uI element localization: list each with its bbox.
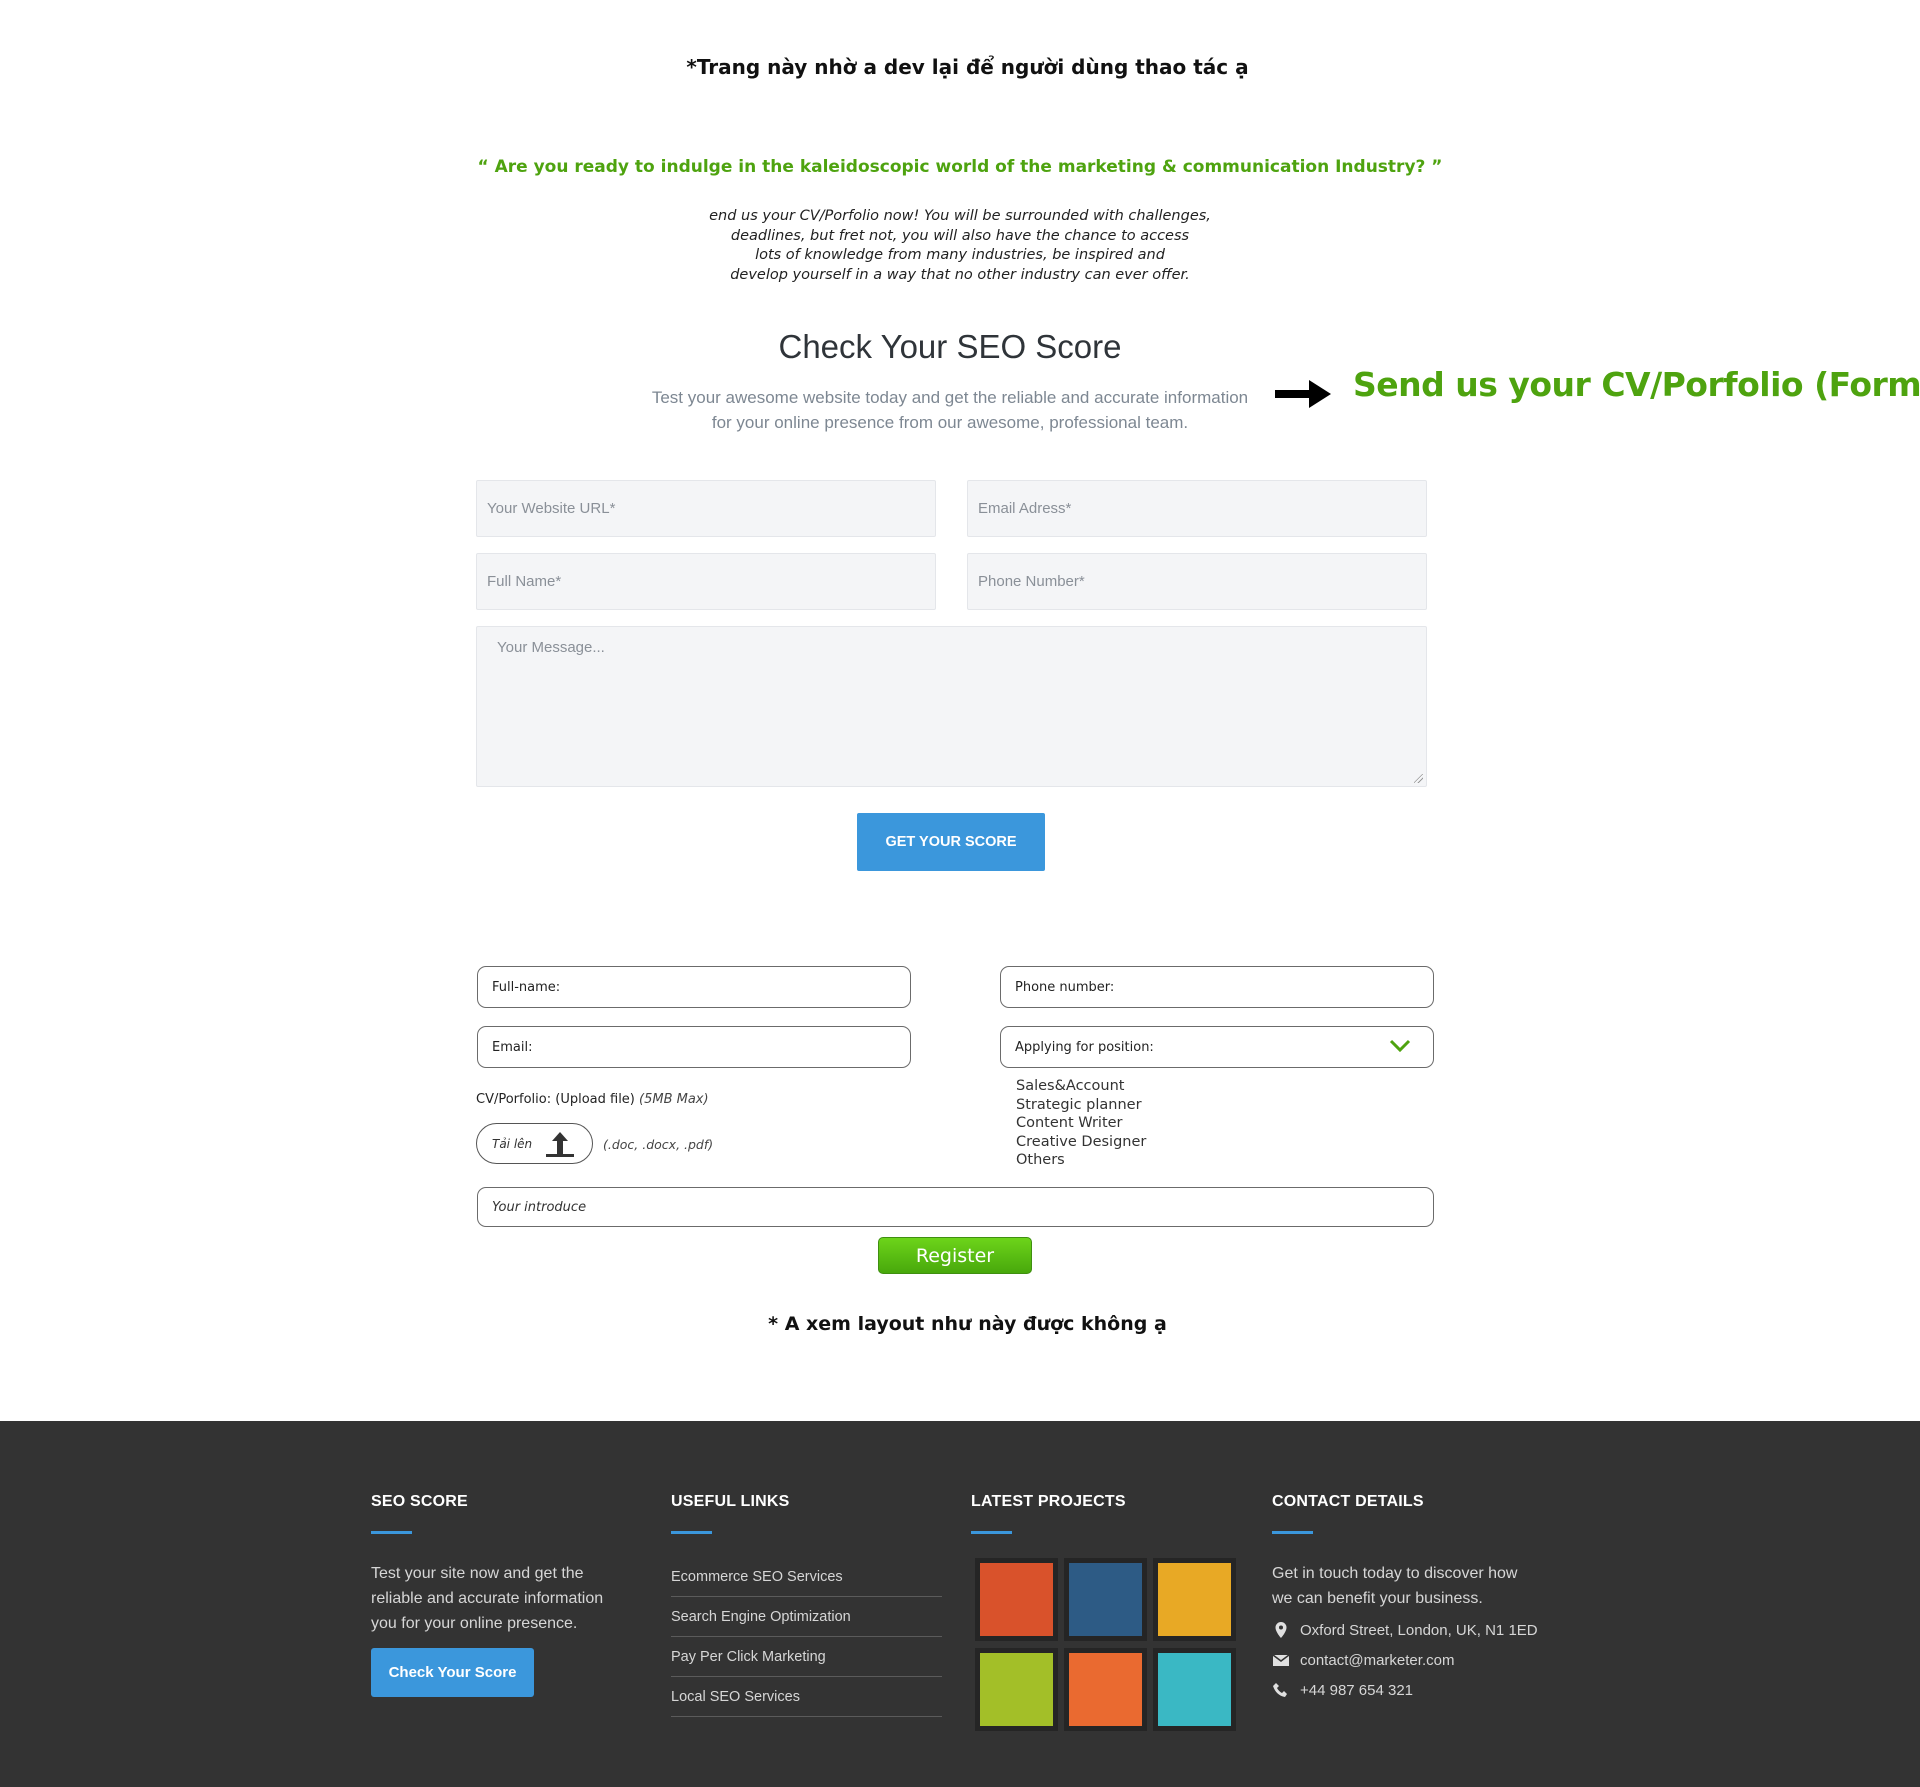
footer-text: Get in touch today to discover how	[1272, 1565, 1518, 1582]
project-image	[1069, 1563, 1142, 1636]
seo-title: Check Your SEO Score	[778, 328, 1122, 365]
envelope-icon	[1272, 1654, 1290, 1666]
contact-address: Oxford Street, London, UK, N1 1ED	[1272, 1621, 1538, 1639]
position-option[interactable]: Sales&Account	[1016, 1077, 1146, 1096]
footer-text: you for your online presence.	[371, 1615, 578, 1632]
footer-text: reliable and accurate information	[371, 1590, 604, 1607]
location-pin-icon	[1275, 1622, 1287, 1638]
footer-heading: USEFUL LINKS	[671, 1493, 790, 1510]
developer-note: *Trang này nhờ a dev lại để người dùng t…	[686, 55, 1249, 79]
website-url-input[interactable]: Your Website URL*	[476, 480, 936, 537]
footer: SEO SCORE Test your site now and get the…	[0, 1421, 1920, 1787]
heading-underline	[1272, 1531, 1313, 1534]
project-image	[980, 1563, 1053, 1636]
footer-heading: CONTACT DETAILS	[1272, 1493, 1424, 1510]
subtitle-line: Test your awesome website today and get …	[651, 388, 1249, 407]
footer-text: we can benefit your business.	[1272, 1590, 1483, 1607]
project-image	[980, 1653, 1053, 1726]
position-option[interactable]: Content Writer	[1016, 1114, 1146, 1133]
upload-button[interactable]: Tải lên	[476, 1123, 593, 1164]
cv-label-text: CV/Porfolio: (Upload file)	[476, 1092, 635, 1107]
contact-phone[interactable]: +44 987 654 321	[1272, 1681, 1413, 1699]
heading-underline	[371, 1531, 412, 1534]
cv-phone-field[interactable]: Phone number:	[1000, 966, 1434, 1008]
annotation-label: Send us your CV/Porfolio (Form)	[1353, 365, 1920, 404]
email-input[interactable]: Email Adress*	[967, 480, 1427, 537]
contact-address-text: Oxford Street, London, UK, N1 1ED	[1300, 1621, 1538, 1639]
project-image	[1158, 1653, 1231, 1726]
message-placeholder: Your Message...	[497, 639, 605, 656]
project-thumbnail[interactable]	[1153, 1648, 1236, 1731]
layout-note: * A xem layout như này được không ạ	[768, 1313, 1167, 1335]
position-option[interactable]: Others	[1016, 1151, 1146, 1170]
footer-text: Test your site now and get the	[371, 1565, 584, 1582]
intro-line: deadlines, but fret not, you will also h…	[730, 227, 1190, 244]
cv-email-field[interactable]: Email:	[477, 1026, 911, 1068]
subtitle-line: for your online presence from our awesom…	[711, 413, 1189, 432]
file-formats: (.doc, .docx, .pdf)	[603, 1137, 714, 1152]
seo-subtitle: Test your awesome website today and get …	[600, 385, 1300, 435]
introduce-field[interactable]: Your introduce	[477, 1187, 1434, 1227]
get-score-button[interactable]: GET YOUR SCORE	[857, 813, 1045, 871]
position-option[interactable]: Strategic planner	[1016, 1096, 1146, 1115]
cv-upload-label: CV/Porfolio: (Upload file) (5MB Max)	[476, 1092, 709, 1107]
footer-link[interactable]: Local SEO Services	[671, 1677, 942, 1717]
phone-icon	[1273, 1683, 1287, 1697]
message-textarea[interactable]: Your Message...	[476, 626, 1427, 787]
hero-quote: “ Are you ready to indulge in the kaleid…	[477, 157, 1443, 177]
heading-underline	[971, 1531, 1012, 1534]
project-thumbnail[interactable]	[1153, 1558, 1236, 1641]
project-image	[1069, 1653, 1142, 1726]
arrow-right-icon	[1275, 380, 1331, 408]
check-score-button[interactable]: Check Your Score	[371, 1648, 534, 1697]
upload-label: Tải lên	[492, 1136, 533, 1151]
heading-underline	[671, 1531, 712, 1534]
project-thumbnail[interactable]	[975, 1558, 1058, 1641]
contact-phone-text: +44 987 654 321	[1300, 1681, 1414, 1699]
footer-heading: SEO SCORE	[371, 1493, 468, 1510]
register-button[interactable]: Register	[878, 1237, 1032, 1274]
chevron-down-icon	[1389, 1039, 1411, 1053]
intro-line: lots of knowledge from many industries, …	[755, 247, 1165, 263]
contact-email-text: contact@marketer.com	[1300, 1651, 1455, 1669]
cv-full-name-field[interactable]: Full-name:	[477, 966, 911, 1008]
footer-link[interactable]: Search Engine Optimization	[671, 1597, 942, 1637]
upload-icon	[546, 1132, 574, 1157]
footer-heading: LATEST PROJECTS	[971, 1493, 1126, 1510]
phone-input[interactable]: Phone Number*	[967, 553, 1427, 610]
footer-link[interactable]: Ecommerce SEO Services	[671, 1557, 942, 1597]
position-select-label: Applying for position:	[1015, 1039, 1154, 1055]
resize-handle-icon[interactable]	[1414, 774, 1423, 783]
cv-max-size: (5MB Max)	[639, 1092, 709, 1107]
hero-intro: end us your CV/Porfolio now! You will be…	[640, 207, 1280, 285]
intro-line: develop yourself in a way that no other …	[730, 266, 1190, 283]
position-select[interactable]: Applying for position:	[1000, 1026, 1434, 1068]
intro-line: end us your CV/Porfolio now! You will be…	[709, 208, 1211, 224]
footer-link[interactable]: Pay Per Click Marketing	[671, 1637, 942, 1677]
project-thumbnail[interactable]	[1064, 1558, 1147, 1641]
position-option[interactable]: Creative Designer	[1016, 1133, 1146, 1152]
contact-email[interactable]: contact@marketer.com	[1272, 1651, 1454, 1669]
full-name-input[interactable]: Full Name*	[476, 553, 936, 610]
project-thumbnail[interactable]	[975, 1648, 1058, 1731]
project-thumbnail[interactable]	[1064, 1648, 1147, 1731]
position-options: Sales&Account Strategic planner Content …	[1016, 1077, 1146, 1170]
project-image	[1158, 1563, 1231, 1636]
